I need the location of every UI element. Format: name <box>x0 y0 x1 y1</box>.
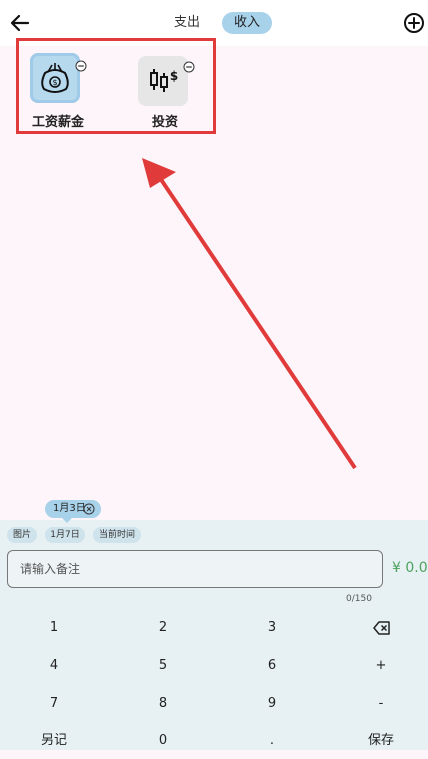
backspace-button[interactable] <box>331 610 428 646</box>
key-2[interactable]: 2 <box>113 610 213 646</box>
key-5[interactable]: 5 <box>113 648 213 684</box>
key-4[interactable]: 4 <box>4 648 104 684</box>
key-1[interactable]: 1 <box>4 610 104 646</box>
amount-display: ¥ 0.00 <box>392 560 428 576</box>
key-3[interactable]: 3 <box>222 610 322 646</box>
tooltip-tail <box>61 517 73 523</box>
key-plus[interactable]: + <box>331 648 428 684</box>
save-button[interactable]: 保存 <box>331 723 428 759</box>
tooltip-date: 1月3日 <box>53 503 86 514</box>
key-0[interactable]: 0 <box>113 723 213 759</box>
key-9[interactable]: 9 <box>222 686 322 722</box>
backspace-icon <box>373 621 390 635</box>
character-counter: 0/150 <box>346 594 372 604</box>
key-another[interactable]: 另记 <box>4 723 104 759</box>
key-dot[interactable]: . <box>222 723 322 759</box>
key-minus[interactable]: - <box>331 686 428 722</box>
chip-image[interactable]: 图片 <box>7 527 37 543</box>
clear-date-icon[interactable] <box>83 503 95 515</box>
date-tooltip[interactable]: 1月3日 <box>45 500 101 518</box>
chip-date[interactable]: 1月7日 <box>45 527 85 543</box>
key-6[interactable]: 6 <box>222 648 322 684</box>
note-input[interactable] <box>8 551 372 587</box>
key-8[interactable]: 8 <box>113 686 213 722</box>
chip-current-time[interactable]: 当前时间 <box>93 527 141 543</box>
key-7[interactable]: 7 <box>4 686 104 722</box>
note-field[interactable] <box>7 550 383 588</box>
